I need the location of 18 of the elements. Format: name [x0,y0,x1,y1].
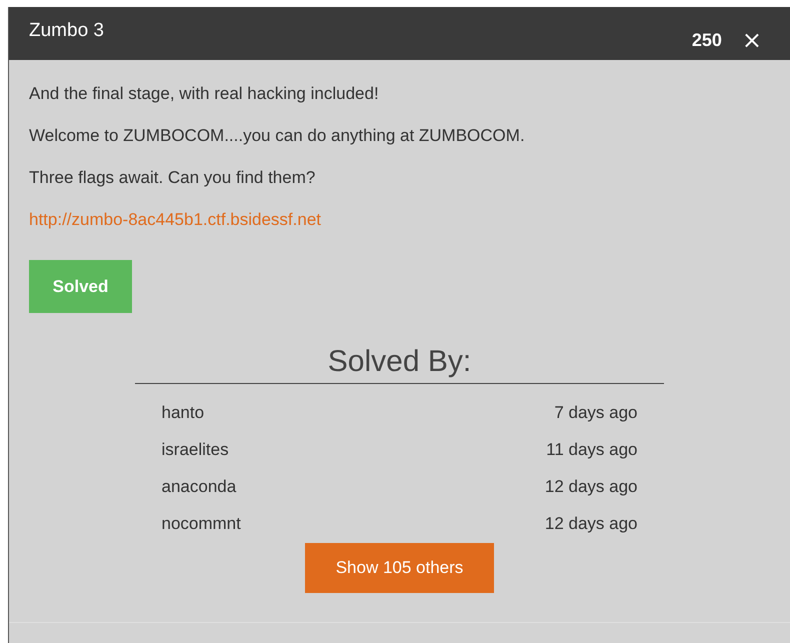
challenge-link[interactable]: http://zumbo-8ac445b1.ctf.bsidessf.net [29,209,322,230]
description-text: Three flags await. Can you find them? [29,167,316,188]
section-heading: Solved By: [135,345,664,384]
solve-time: 12 days ago [544,514,638,534]
solved-button[interactable]: Solved [29,260,132,313]
solve-time: 11 days ago [546,440,638,460]
window-title: Zumbo 3 [29,20,105,42]
show-more-button[interactable]: Show 105 others [305,543,494,593]
solve-time: 7 days ago [554,402,638,422]
solver-name: hanto [162,402,204,422]
close-button[interactable]: × [742,26,762,54]
solver-name: nocommnt [162,514,241,534]
points: 250 [692,30,722,51]
solve-time: 12 days ago [544,476,638,496]
description-text: And the final stage, with real hacking included! [29,83,380,104]
solver-name: anaconda [162,476,236,496]
description-text: Welcome to ZUMBOCOM....you can do anything at ZUMBOCOM. [29,125,526,146]
solver-name: israelites [162,440,229,460]
